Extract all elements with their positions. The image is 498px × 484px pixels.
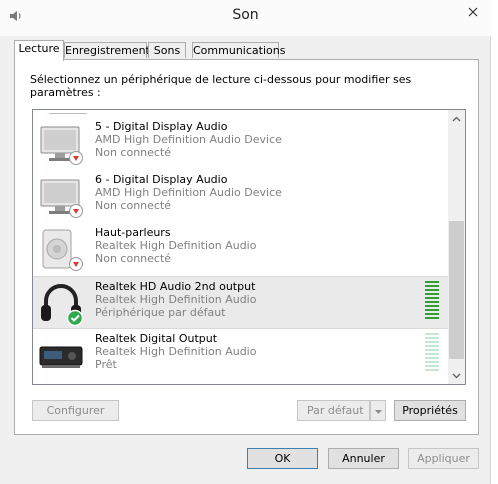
- list-item-partial: [49, 110, 87, 114]
- disconnected-badge-icon: [69, 257, 83, 271]
- tab-communications[interactable]: Communications: [192, 42, 285, 58]
- device-driver: Realtek High Definition Audio: [95, 293, 257, 306]
- device-status: Non connecté: [95, 252, 172, 265]
- chevron-down-icon: [452, 373, 461, 378]
- device-status: Prêt: [95, 358, 117, 371]
- device-driver: AMD High Definition Audio Device: [95, 186, 282, 199]
- device-status: Périphérique par défaut: [95, 306, 226, 319]
- chevron-up-icon: [452, 116, 461, 121]
- sound-dialog: Son Lecture Enregistrement Sons Communic…: [0, 0, 491, 484]
- vertical-scrollbar[interactable]: [448, 110, 465, 384]
- close-icon: [468, 7, 478, 17]
- device-driver: Realtek High Definition Audio: [95, 239, 257, 252]
- instruction-text: Sélectionnez un périphérique de lecture …: [30, 73, 412, 99]
- ok-button[interactable]: OK: [247, 448, 318, 469]
- disconnected-badge-icon: [69, 204, 83, 218]
- volume-meter: [425, 333, 439, 373]
- device-item[interactable]: Realtek Digital Output Realtek High Defi…: [33, 329, 448, 382]
- scrollbar-thumb[interactable]: [449, 221, 464, 359]
- device-driver: AMD High Definition Audio Device: [95, 133, 282, 146]
- window-title: Son: [232, 7, 259, 23]
- tab-lecture[interactable]: Lecture: [14, 40, 64, 61]
- device-item[interactable]: Haut-parleurs Realtek High Definition Au…: [33, 223, 448, 276]
- device-driver: Realtek High Definition Audio: [95, 345, 257, 358]
- speaker-icon: [42, 229, 83, 271]
- device-name: 5 - Digital Display Audio: [95, 120, 228, 133]
- device-item[interactable]: 6 - Digital Display Audio AMD High Defin…: [33, 170, 448, 223]
- configure-button[interactable]: Configurer: [32, 400, 119, 421]
- close-button[interactable]: [459, 2, 487, 22]
- digital-output-icon: [39, 346, 83, 368]
- monitor-icon: [40, 126, 83, 165]
- cancel-button[interactable]: Annuler: [328, 448, 399, 469]
- monitor-icon: [40, 179, 83, 218]
- device-status: Non connecté: [95, 199, 172, 212]
- device-status: Non connecté: [95, 146, 172, 159]
- headphones-icon: [41, 284, 84, 327]
- device-name: Realtek Digital Output: [95, 332, 218, 345]
- dropdown-arrow-icon: [374, 410, 382, 414]
- device-item[interactable]: 5 - Digital Display Audio AMD High Defin…: [33, 117, 448, 170]
- volume-meter: [425, 281, 439, 321]
- device-name: Haut-parleurs: [95, 226, 171, 239]
- device-list[interactable]: 5 - Digital Display Audio AMD High Defin…: [32, 109, 466, 385]
- apply-button[interactable]: Appliquer: [408, 448, 479, 469]
- device-item-selected[interactable]: Realtek HD Audio 2nd output Realtek High…: [33, 276, 448, 329]
- scroll-up-button[interactable]: [448, 110, 465, 127]
- tab-panel: Sélectionnez un périphérique de lecture …: [14, 59, 479, 435]
- properties-button[interactable]: Propriétés: [394, 400, 466, 421]
- tab-sons[interactable]: Sons: [148, 42, 186, 58]
- title-bar: Son: [0, 0, 491, 36]
- default-check-badge-icon: [66, 309, 84, 327]
- device-name: Realtek HD Audio 2nd output: [95, 280, 256, 293]
- set-default-button[interactable]: Par défaut: [297, 400, 370, 421]
- scroll-down-button[interactable]: [448, 367, 465, 384]
- tab-enregistrement[interactable]: Enregistrement: [64, 42, 150, 58]
- disconnected-badge-icon: [69, 151, 83, 165]
- set-default-dropdown[interactable]: [370, 400, 386, 421]
- device-name: 6 - Digital Display Audio: [95, 173, 228, 186]
